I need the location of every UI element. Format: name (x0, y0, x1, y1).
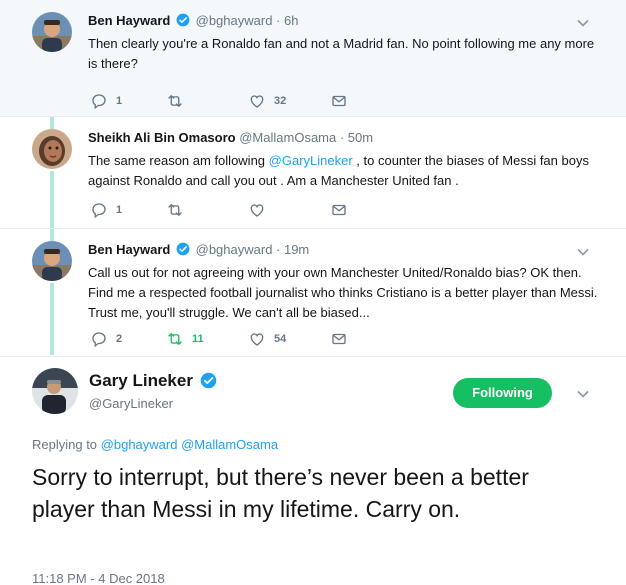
message-button[interactable] (330, 330, 348, 348)
avatar[interactable] (32, 12, 72, 52)
chevron-down-icon[interactable] (576, 16, 590, 30)
tweet-header: Ben Hayward @bghayward · 19m (88, 242, 309, 257)
reply-button[interactable]: 2 (90, 330, 122, 348)
tweet-text: Sorry to interrupt, but there’s never be… (32, 464, 529, 522)
tweet-header: Ben Hayward @bghayward · 6h (88, 13, 298, 28)
reply-icon (92, 94, 106, 110)
like-button[interactable]: 32 (248, 92, 286, 110)
retweet-button[interactable] (166, 201, 192, 219)
retweet-icon (168, 204, 182, 216)
tweet-text: Call us out for not agreeing with your o… (88, 265, 598, 320)
message-icon (332, 204, 346, 216)
reply-count: 1 (116, 95, 123, 107)
thread-tweet[interactable]: Ben Hayward @bghayward · 19m Call us out… (0, 229, 626, 357)
reply-button[interactable]: 1 (90, 201, 122, 219)
like-icon (250, 204, 264, 217)
verified-icon (176, 242, 190, 256)
reply-count: 1 (116, 204, 123, 216)
author-name[interactable]: Gary Lineker (89, 371, 219, 391)
thread-tweet[interactable]: Sheikh Ali Bin Omasoro @MallamOsama · 50… (0, 117, 626, 229)
replying-label: Replying to (32, 437, 98, 452)
focused-tweet: Gary Lineker @GaryLineker Following Repl… (0, 357, 626, 585)
author-name[interactable]: Ben Hayward (88, 13, 170, 28)
thread-tweet[interactable]: Ben Hayward @bghayward · 6h Then clearly… (0, 0, 626, 117)
author-name[interactable]: Ben Hayward (88, 242, 170, 257)
following-button[interactable]: Following (453, 378, 552, 408)
chevron-down-icon[interactable] (576, 387, 590, 401)
tweet-text-part: The same reason am following (88, 153, 269, 168)
retweet-icon (168, 333, 182, 345)
replying-to: Replying to @bghayward @MallamOsama (32, 437, 278, 452)
author-name[interactable]: Sheikh Ali Bin Omasoro (88, 130, 236, 145)
reply-icon (92, 203, 106, 219)
tweet-text: Then clearly you're a Ronaldo fan and no… (88, 36, 595, 71)
tweet-text: The same reason am following @GaryLineke… (88, 151, 598, 191)
message-icon (332, 333, 346, 345)
mention-link[interactable]: @GaryLineker (269, 153, 353, 168)
author-name-text: Gary Lineker (89, 371, 193, 390)
avatar[interactable] (32, 241, 72, 281)
author-handle[interactable]: @MallamOsama · 50m (239, 130, 373, 145)
verified-icon (176, 13, 190, 27)
tweet-timestamp[interactable]: 11:18 PM - 4 Dec 2018 (32, 571, 165, 585)
retweet-button[interactable]: 11 (166, 330, 204, 348)
message-button[interactable] (330, 201, 348, 219)
avatar[interactable] (32, 129, 72, 169)
mention-link[interactable]: @bghayward (101, 437, 178, 452)
like-count: 54 (274, 333, 287, 345)
retweet-count: 11 (192, 333, 204, 345)
retweet-button[interactable] (166, 92, 192, 110)
author-handle[interactable]: @GaryLineker (89, 396, 173, 411)
like-icon (250, 95, 264, 108)
tweet-header: Sheikh Ali Bin Omasoro @MallamOsama · 50… (88, 130, 373, 145)
avatar[interactable] (32, 368, 78, 414)
retweet-icon (168, 95, 182, 107)
author-handle[interactable]: @bghayward · 19m (196, 242, 310, 257)
like-button[interactable]: 54 (248, 330, 286, 348)
verified-icon (200, 372, 216, 389)
like-button[interactable] (248, 201, 274, 219)
reply-button[interactable]: 1 (90, 92, 122, 110)
reply-count: 2 (116, 333, 123, 345)
like-icon (250, 333, 264, 346)
reply-icon (92, 332, 106, 348)
mention-link[interactable]: @MallamOsama (181, 437, 278, 452)
chevron-down-icon[interactable] (576, 245, 590, 259)
author-handle[interactable]: @bghayward · 6h (196, 13, 299, 28)
like-count: 32 (274, 95, 287, 107)
message-button[interactable] (330, 92, 348, 110)
message-icon (332, 95, 346, 107)
